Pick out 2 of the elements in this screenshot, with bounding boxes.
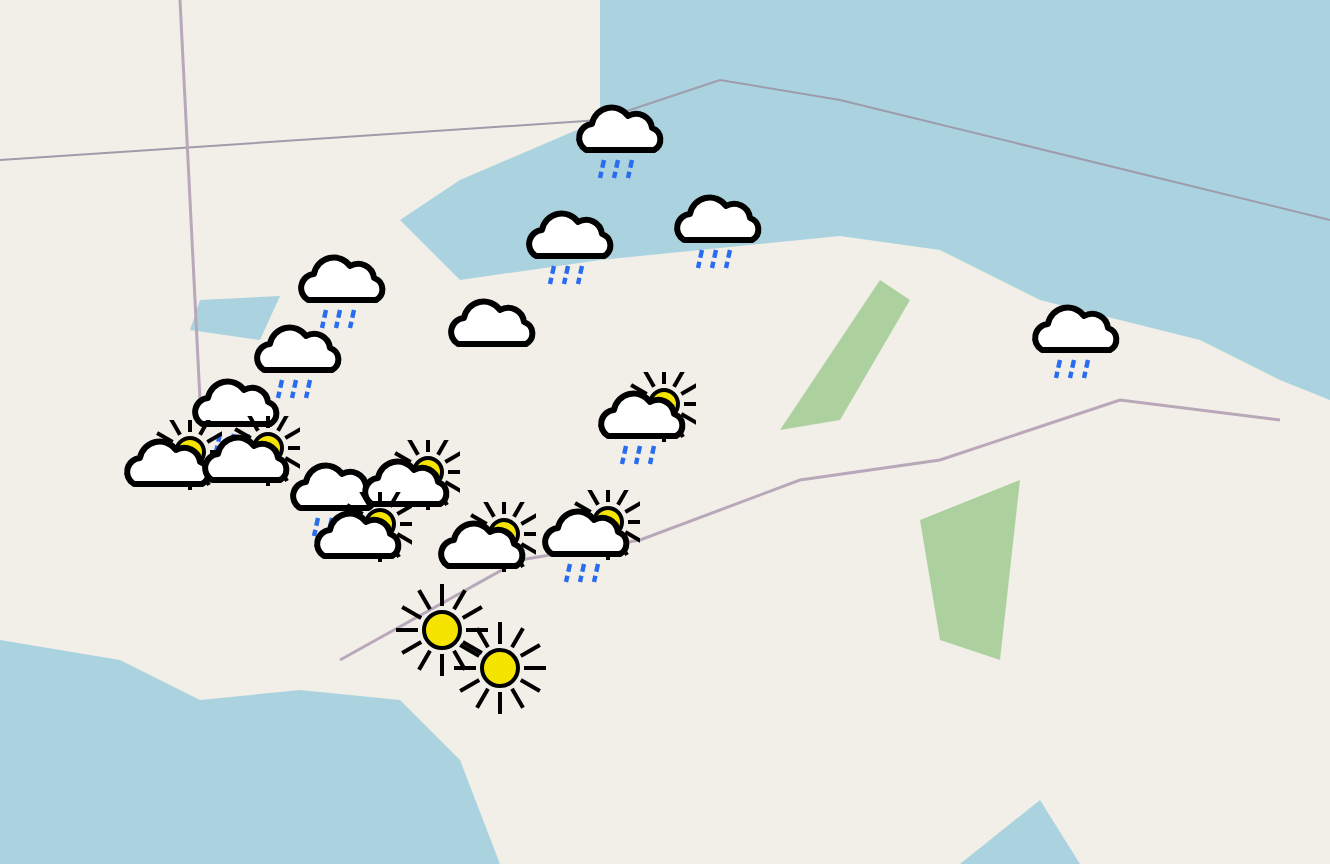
sun-cloud-rain-icon <box>536 490 640 586</box>
sun-cloud-rain-icon <box>592 372 696 468</box>
